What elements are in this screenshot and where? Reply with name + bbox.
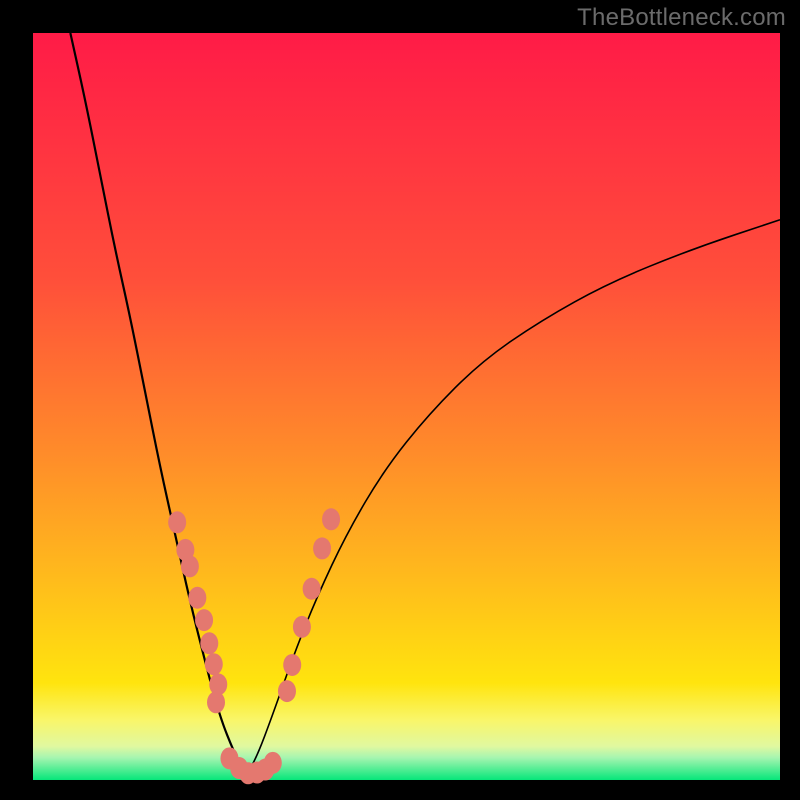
data-point: [205, 653, 223, 675]
data-point: [303, 578, 321, 600]
watermark-text: TheBottleneck.com: [577, 4, 786, 32]
data-point: [195, 609, 213, 631]
data-point: [322, 508, 340, 530]
data-point: [188, 587, 206, 609]
data-point: [264, 752, 282, 774]
data-point: [278, 680, 296, 702]
data-point: [181, 555, 199, 577]
data-point: [200, 632, 218, 654]
chart-frame: TheBottleneck.com: [0, 0, 800, 800]
data-point: [313, 537, 331, 559]
data-point: [283, 654, 301, 676]
data-point: [168, 511, 186, 533]
data-point: [293, 616, 311, 638]
series-right-ascending-curve: [246, 220, 780, 777]
data-point: [207, 691, 225, 713]
chart-svg: [0, 0, 800, 800]
